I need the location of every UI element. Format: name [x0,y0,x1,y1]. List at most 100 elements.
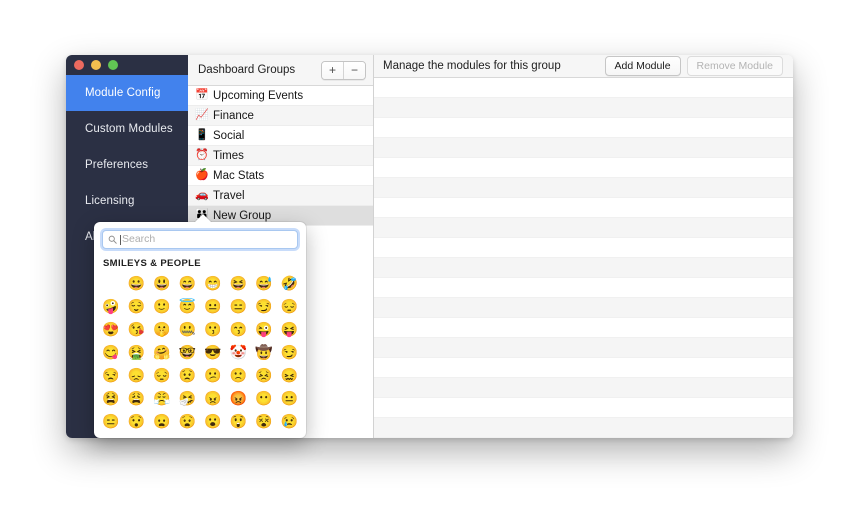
maximize-button[interactable] [108,60,118,70]
emoji-cell[interactable]: 😯 [124,412,150,430]
module-row[interactable] [374,378,793,398]
emoji-section-title: SMILEYS & PEOPLE [103,258,201,269]
module-row[interactable] [374,358,793,378]
group-row[interactable]: 📱 Social [188,126,373,146]
emoji-cell[interactable]: 😁 [200,274,226,292]
emoji-cell[interactable]: 🤪 [98,297,124,315]
emoji-cell[interactable]: 😩 [124,389,150,407]
emoji-cell[interactable]: 🤓 [175,343,201,361]
emoji-cell[interactable]: 😞 [124,366,150,384]
emoji-cell[interactable]: 😐 [200,297,226,315]
group-row[interactable]: 🚗 Travel [188,186,373,206]
module-row[interactable] [374,118,793,138]
module-row[interactable] [374,138,793,158]
minimize-button[interactable] [91,60,101,70]
emoji-cell[interactable]: 😏 [277,343,303,361]
group-row[interactable]: ⏰ Times [188,146,373,166]
emoji-cell[interactable]: 😦 [149,412,175,430]
emoji-cell[interactable]: 😫 [98,389,124,407]
emoji-cell[interactable]: 😖 [277,366,303,384]
emoji-cell[interactable]: 😑 [226,297,252,315]
emoji-cell[interactable]: 😔 [149,366,175,384]
emoji-search-field[interactable]: Search [102,230,298,249]
sidebar-item-licensing[interactable]: Licensing [66,183,188,219]
module-row[interactable] [374,78,793,98]
emoji-cell[interactable]: 😣 [251,366,277,384]
emoji-cell[interactable]: 😒 [98,366,124,384]
emoji-cell[interactable]: 😇 [175,297,201,315]
module-row[interactable] [374,218,793,238]
emoji-cell[interactable]: 😘 [124,320,150,338]
module-row[interactable] [374,318,793,338]
group-row[interactable]: 📈 Finance [188,106,373,126]
module-row[interactable] [374,338,793,358]
emoji-cell[interactable]: 😍 [98,320,124,338]
mobile-phone-icon: 📱 [195,129,209,141]
emoji-cell[interactable]: 🤗 [149,343,175,361]
emoji-cell[interactable]: 😤 [149,389,175,407]
emoji-cell[interactable]: 😲 [226,412,252,430]
sidebar-item-preferences[interactable]: Preferences [66,147,188,183]
emoji-picker-popover: Search SMILEYS & PEOPLE 😀 😃 😄 😁 😆 😅 🤣 🤪 😌 🙂 😇 😐 😑 😏 😔 😍… [94,214,306,438]
emoji-cell[interactable]: 😡 [226,389,252,407]
emoji-cell[interactable]: 🤡 [226,343,252,361]
remove-module-button[interactable]: Remove Module [686,56,783,76]
emoji-cell[interactable]: 😜 [251,320,277,338]
module-row[interactable] [374,178,793,198]
add-group-button[interactable]: + [322,61,343,79]
emoji-cell[interactable]: 😝 [277,320,303,338]
emoji-cell[interactable]: 😏 [251,297,277,315]
module-row[interactable] [374,238,793,258]
emoji-cell[interactable]: 😧 [175,412,201,430]
emoji-cell[interactable]: 😌 [124,297,150,315]
module-row[interactable] [374,158,793,178]
module-row[interactable] [374,98,793,118]
emoji-cell[interactable]: 😢 [277,412,303,430]
alarm-clock-icon: ⏰ [195,149,209,161]
sidebar-item-custom-modules[interactable]: Custom Modules [66,111,188,147]
module-row[interactable] [374,278,793,298]
emoji-cell[interactable]: 😐 [277,389,303,407]
emoji-cell[interactable]: 🤮 [124,343,150,361]
search-input[interactable]: Search [122,234,155,245]
popover-arrow [194,214,212,223]
emoji-cell[interactable]: 😶 [251,389,277,407]
emoji-cell[interactable]: 😑 [98,412,124,430]
emoji-cell[interactable]: 🤐 [175,320,201,338]
emoji-cell[interactable]: 😎 [200,343,226,361]
emoji-cell[interactable]: 🤠 [251,343,277,361]
emoji-cell[interactable]: 😆 [226,274,252,292]
text-caret [120,234,121,245]
emoji-cell[interactable]: 😋 [98,343,124,361]
window-controls [66,55,188,75]
emoji-cell[interactable]: 😄 [175,274,201,292]
emoji-cell[interactable]: 🙂 [149,297,175,315]
emoji-cell[interactable]: 😀 [124,274,150,292]
module-row[interactable] [374,298,793,318]
add-module-button[interactable]: Add Module [604,56,681,76]
emoji-cell[interactable]: 😵 [251,412,277,430]
emoji-cell[interactable]: 😗 [200,320,226,338]
module-row[interactable] [374,418,793,438]
module-row[interactable] [374,258,793,278]
close-button[interactable] [74,60,84,70]
calendar-icon: 📅 [195,89,209,101]
sidebar-item-module-config[interactable]: Module Config [66,75,188,111]
emoji-cell[interactable]: 😔 [277,297,303,315]
emoji-cell[interactable]: 🤣 [277,274,303,292]
emoji-cell[interactable]: 😅 [251,274,277,292]
emoji-cell[interactable]: 😙 [226,320,252,338]
emoji-cell[interactable]: 😃 [149,274,175,292]
emoji-cell[interactable]: 😟 [175,366,201,384]
module-row[interactable] [374,398,793,418]
emoji-cell[interactable]: 😕 [200,366,226,384]
group-row[interactable]: 📅 Upcoming Events [188,86,373,106]
group-row[interactable]: 🍎 Mac Stats [188,166,373,186]
remove-group-button[interactable]: − [343,61,365,79]
emoji-cell[interactable]: 🤫 [149,320,175,338]
emoji-cell[interactable]: 😮 [200,412,226,430]
emoji-cell[interactable]: 🤧 [175,389,201,407]
emoji-cell[interactable]: 🙁 [226,366,252,384]
module-row[interactable] [374,198,793,218]
emoji-cell[interactable]: 😠 [200,389,226,407]
